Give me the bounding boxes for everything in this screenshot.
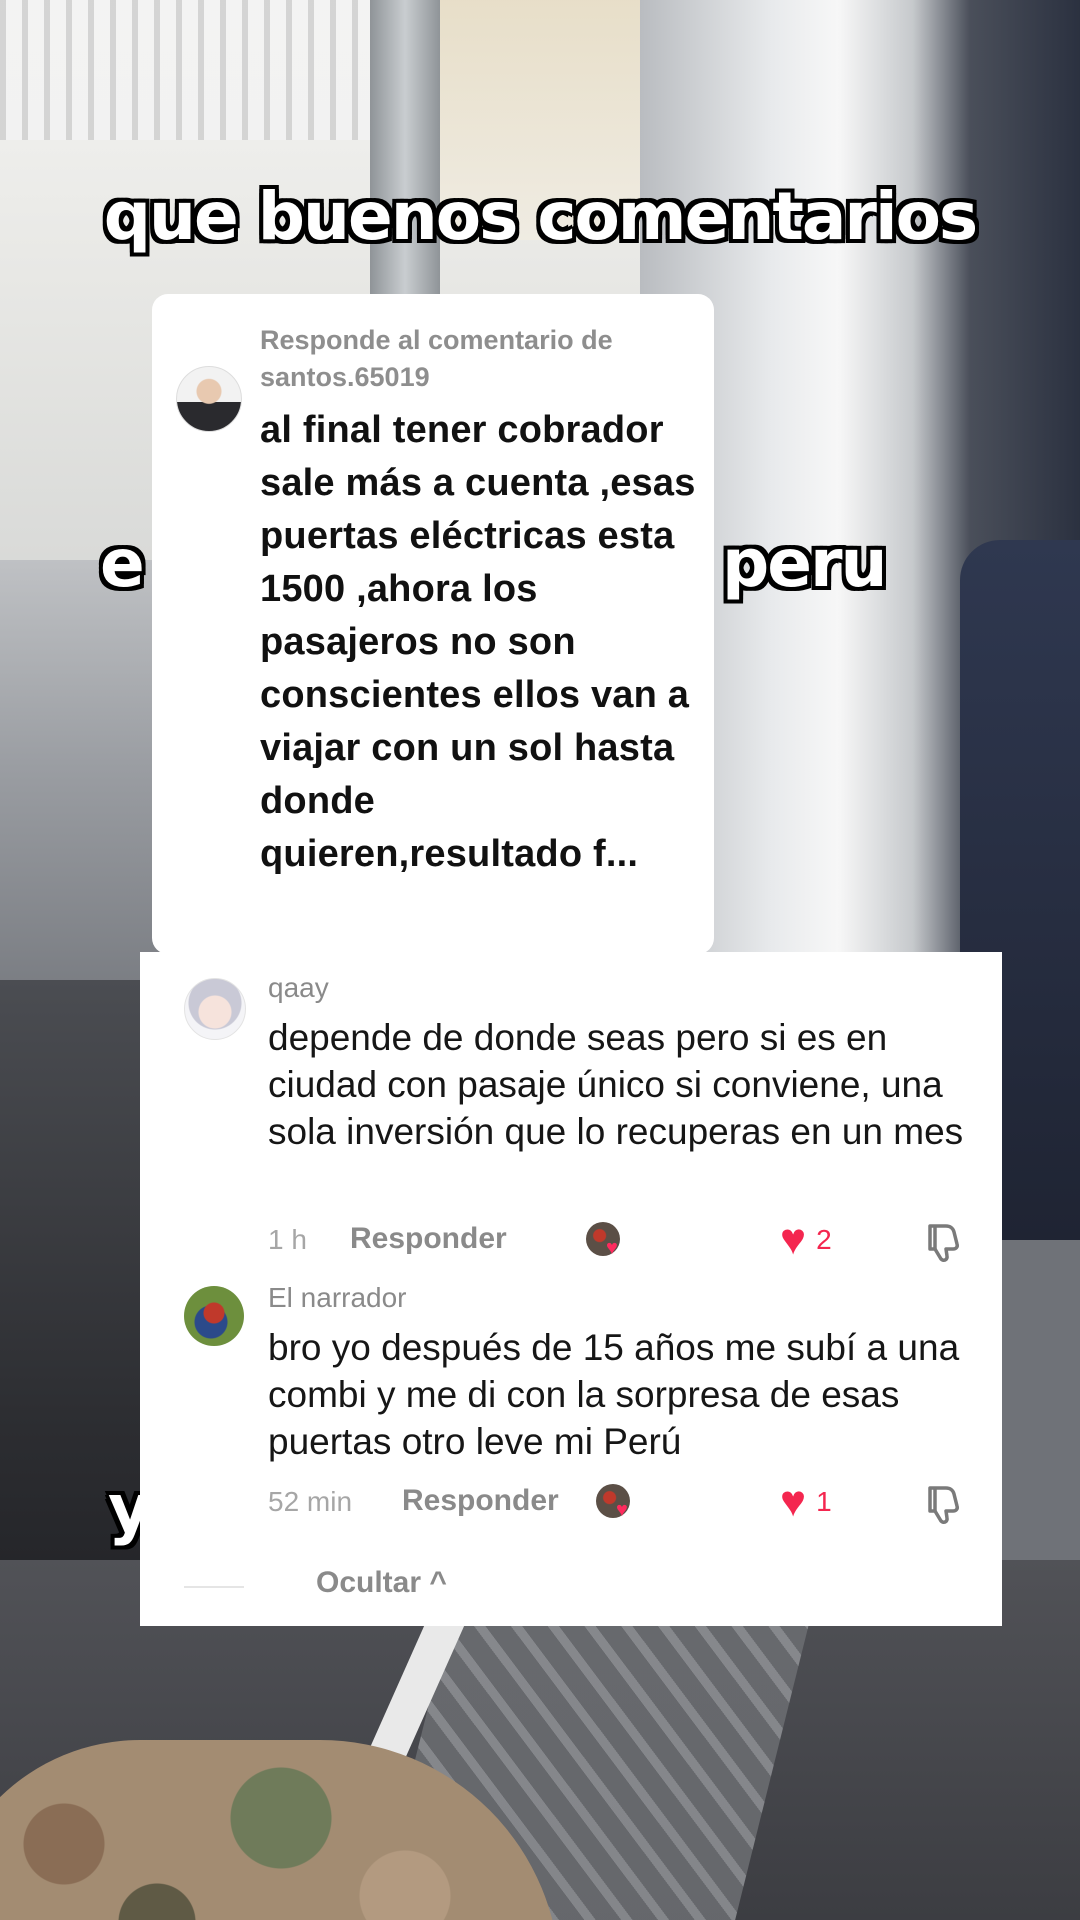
comments-panel: qaay depende de donde seas pero si es en… (140, 952, 1002, 1626)
dislike-icon[interactable] (924, 1220, 968, 1264)
comment-username[interactable]: El narrador (268, 1282, 407, 1314)
avatar (176, 366, 242, 432)
comment-text: depende de donde seas pero si es en ciud… (268, 1017, 964, 1152)
creator-liked-avatar-icon: ♥ (596, 1482, 636, 1522)
creator-liked-avatar-icon: ♥ (586, 1220, 626, 1260)
dislike-icon[interactable] (924, 1482, 968, 1526)
divider (184, 1586, 244, 1588)
video-caption-top: que buenos comentarios (103, 178, 978, 255)
heart-icon: ♥ (780, 1215, 807, 1264)
comment-time: 1 h (268, 1224, 307, 1255)
comment-text: bro yo después de 15 años me subí a una … (268, 1327, 960, 1462)
window-post (370, 0, 440, 300)
fence-outside (0, 0, 380, 140)
like-count: 1 (816, 1486, 832, 1517)
reply-comment-text: al final tener cobrador sale más a cuent… (260, 409, 696, 875)
reply-button[interactable]: Responder (402, 1484, 559, 1518)
like-button[interactable]: ♥ 2 (780, 1215, 832, 1264)
comment-meta: 1 h Responder ♥ ♥ 2 (268, 1215, 988, 1264)
hide-replies-button[interactable]: Ocultar ^ (316, 1566, 447, 1600)
video-caption-fragment-right: peru (722, 525, 888, 602)
comment-meta: 52 min Responder ♥ ♥ 1 (268, 1477, 988, 1526)
like-count: 2 (816, 1224, 832, 1255)
like-button[interactable]: ♥ 1 (780, 1477, 832, 1526)
video-caption-fragment-left: e (100, 525, 145, 602)
reply-button[interactable]: Responder (350, 1222, 507, 1256)
avatar[interactable] (184, 978, 246, 1040)
comment-username[interactable]: qaay (268, 972, 329, 1004)
heart-icon: ♥ (780, 1477, 807, 1526)
comment-time: 52 min (268, 1486, 353, 1517)
reply-comment-card: Responde al comentario de santos.65019 a… (152, 294, 714, 954)
avatar[interactable] (184, 1286, 244, 1346)
reply-header: Responde al comentario de santos.65019 (260, 325, 613, 392)
